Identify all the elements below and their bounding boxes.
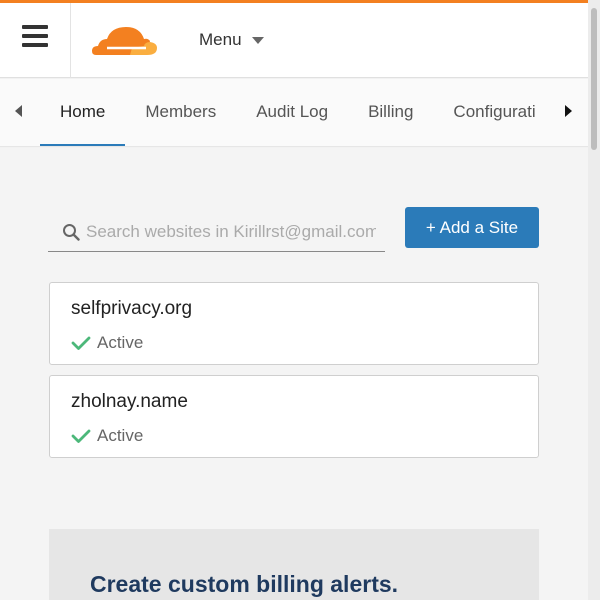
tab-configurations[interactable]: Configurati — [433, 79, 554, 146]
check-icon — [71, 336, 91, 350]
header-divider — [70, 3, 71, 78]
status-label: Active — [97, 333, 144, 352]
status-label: Active — [97, 426, 144, 445]
site-name[interactable]: zholnay.name — [71, 391, 188, 413]
site-name[interactable]: selfprivacy.org — [71, 298, 192, 320]
hamburger-icon[interactable] — [22, 25, 48, 53]
billing-alert-promo: Create custom billing alerts. — [49, 529, 539, 600]
menu-label: Menu — [199, 30, 242, 49]
chevron-right-icon[interactable] — [565, 105, 572, 117]
check-icon — [71, 429, 91, 443]
alert-title: Create custom billing alerts. — [90, 571, 399, 597]
cloudflare-logo[interactable] — [90, 21, 160, 59]
header: Menu — [0, 3, 588, 78]
tab-bar: Home Members Audit Log Billing Configurati — [0, 79, 588, 147]
site-status: Active — [71, 426, 143, 446]
site-card-zholnay[interactable]: zholnay.name Active — [49, 375, 539, 458]
site-card-selfprivacy[interactable]: selfprivacy.org Active — [49, 282, 539, 365]
menu-dropdown[interactable]: Menu — [199, 30, 264, 50]
tab-audit-log[interactable]: Audit Log — [236, 79, 348, 146]
tab-members[interactable]: Members — [125, 79, 236, 146]
scrollbar[interactable] — [588, 0, 600, 600]
tab-home[interactable]: Home — [40, 79, 126, 146]
scrollbar-thumb[interactable] — [591, 8, 597, 150]
caret-down-icon — [251, 36, 264, 44]
tab-billing[interactable]: Billing — [348, 79, 433, 146]
chevron-left-icon[interactable] — [15, 105, 22, 117]
search-input[interactable] — [86, 221, 376, 242]
main-content: + Add a Site selfprivacy.org Active zhol… — [0, 148, 588, 600]
search-box — [48, 212, 385, 252]
tab-strip: Home Members Audit Log Billing Configurati — [40, 79, 554, 146]
search-icon — [63, 223, 80, 241]
add-site-button[interactable]: + Add a Site — [405, 207, 539, 248]
site-status: Active — [71, 333, 143, 353]
